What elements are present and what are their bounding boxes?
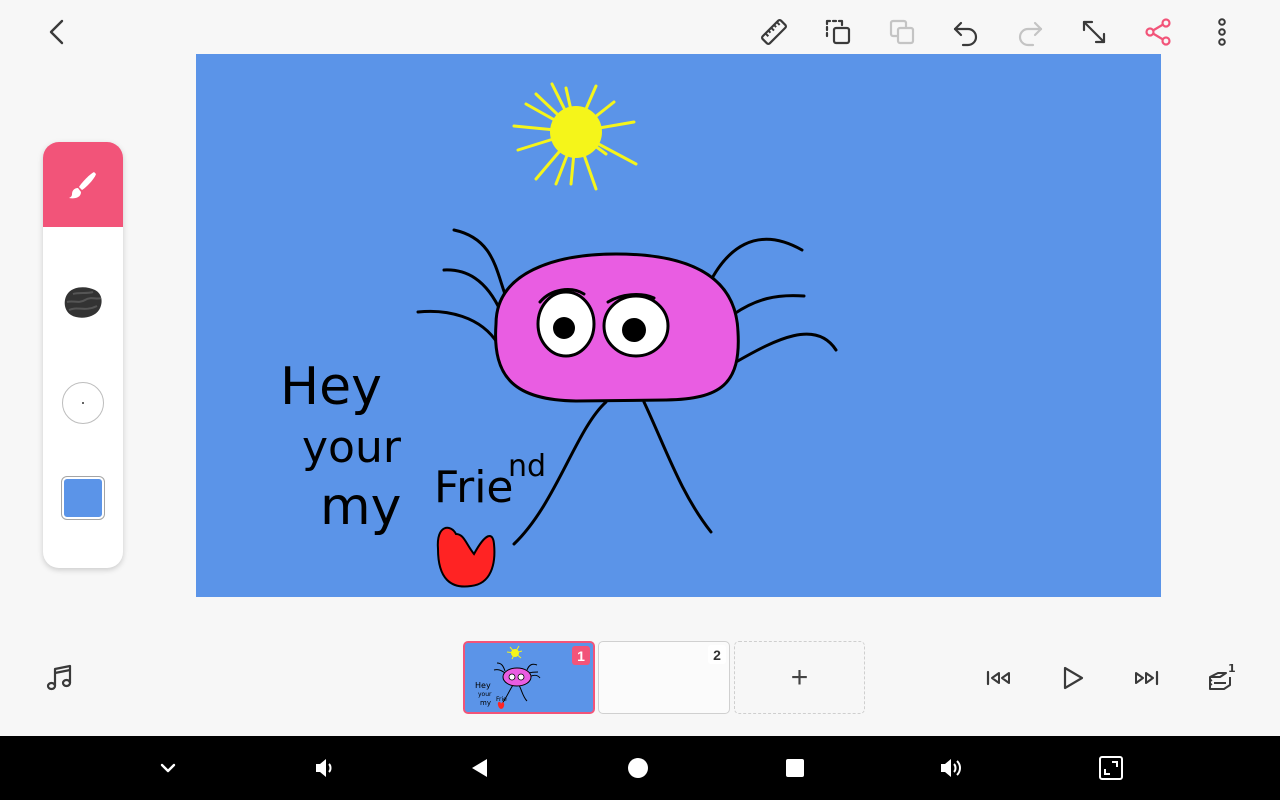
brush-texture-button[interactable] bbox=[61, 282, 105, 322]
screenshot-icon bbox=[1099, 756, 1123, 780]
layers-icon: 1 bbox=[1209, 663, 1236, 690]
ruler-button[interactable] bbox=[750, 8, 798, 56]
frame-number-badge: 1 bbox=[572, 646, 590, 665]
screenshot-button[interactable] bbox=[1087, 744, 1135, 792]
hide-nav-button[interactable] bbox=[144, 744, 192, 792]
skip-to-start-icon bbox=[986, 670, 1010, 686]
play-icon bbox=[1063, 666, 1084, 690]
copy-frame-icon bbox=[825, 19, 851, 45]
nav-back-button[interactable] bbox=[456, 744, 504, 792]
frame-thumbnail-2[interactable]: 2 bbox=[598, 641, 730, 714]
chevron-left-icon bbox=[49, 19, 64, 45]
volume-down-icon bbox=[316, 759, 332, 777]
brush-tool-button[interactable] bbox=[43, 142, 123, 227]
brush-size-dot bbox=[82, 402, 84, 404]
play-button[interactable] bbox=[1048, 654, 1096, 702]
ruler-icon bbox=[761, 19, 787, 45]
more-options-button[interactable] bbox=[1198, 8, 1246, 56]
brush-size-button[interactable] bbox=[62, 382, 104, 424]
expand-button[interactable] bbox=[1070, 8, 1118, 56]
handwriting-nd: nd bbox=[508, 449, 546, 484]
skip-to-end-button[interactable] bbox=[1122, 654, 1170, 702]
system-navigation-bar bbox=[0, 736, 1280, 800]
thumbnail-text-hey: Hey bbox=[475, 681, 491, 690]
handwriting-your: your bbox=[302, 422, 402, 473]
expand-icon bbox=[1082, 20, 1106, 44]
paste-frame-icon bbox=[889, 19, 915, 45]
layers-button[interactable]: 1 bbox=[1197, 654, 1245, 702]
layers-count-badge: 1 bbox=[1228, 663, 1236, 675]
frame-number-badge: 2 bbox=[708, 645, 726, 664]
nav-home-button[interactable] bbox=[614, 744, 662, 792]
add-frame-label: + bbox=[790, 660, 809, 694]
frame-thumbnail-1[interactable]: Hey your my Frie 1 bbox=[463, 641, 595, 714]
charcoal-brush-icon bbox=[64, 287, 102, 318]
add-frame-button[interactable]: + bbox=[734, 641, 865, 714]
handwriting-my: my bbox=[320, 477, 401, 537]
color-picker-button[interactable] bbox=[62, 477, 104, 519]
nav-recents-button[interactable] bbox=[771, 744, 819, 792]
handwriting-hey: Hey bbox=[280, 357, 382, 417]
thumbnail-text-frie: Frie bbox=[496, 696, 507, 703]
home-circle-icon bbox=[628, 758, 648, 778]
drawing: Hey your my Frie nd bbox=[196, 54, 1161, 597]
back-triangle-icon bbox=[472, 759, 487, 777]
skip-to-end-icon bbox=[1135, 670, 1159, 686]
share-icon bbox=[1145, 18, 1171, 46]
skip-to-start-button[interactable] bbox=[975, 654, 1023, 702]
handwriting-frie: Frie bbox=[434, 462, 514, 513]
drawing-canvas[interactable]: Hey your my Frie nd bbox=[196, 54, 1161, 597]
more-vert-icon bbox=[1218, 18, 1226, 46]
volume-down-button[interactable] bbox=[301, 744, 349, 792]
volume-up-icon bbox=[941, 759, 961, 777]
copy-frame-button[interactable] bbox=[814, 8, 862, 56]
undo-icon bbox=[953, 21, 978, 47]
thumbnail-text-my: my bbox=[480, 699, 491, 707]
music-note-icon bbox=[46, 664, 72, 691]
tool-panel bbox=[43, 142, 123, 568]
paste-frame-button[interactable] bbox=[878, 8, 926, 56]
undo-button[interactable] bbox=[942, 8, 990, 56]
thumbnail-text-your: your bbox=[478, 691, 492, 698]
music-button[interactable] bbox=[35, 654, 83, 702]
chevron-down-icon bbox=[160, 763, 176, 773]
redo-button[interactable] bbox=[1006, 8, 1054, 56]
recents-square-icon bbox=[786, 759, 804, 777]
volume-up-button[interactable] bbox=[928, 744, 976, 792]
animation-app: Hey your my Frie nd Hey your my Frie 1 2… bbox=[0, 0, 1280, 736]
back-button[interactable] bbox=[34, 8, 82, 56]
brush-icon bbox=[69, 171, 96, 198]
share-button[interactable] bbox=[1134, 8, 1182, 56]
redo-icon bbox=[1018, 21, 1043, 47]
